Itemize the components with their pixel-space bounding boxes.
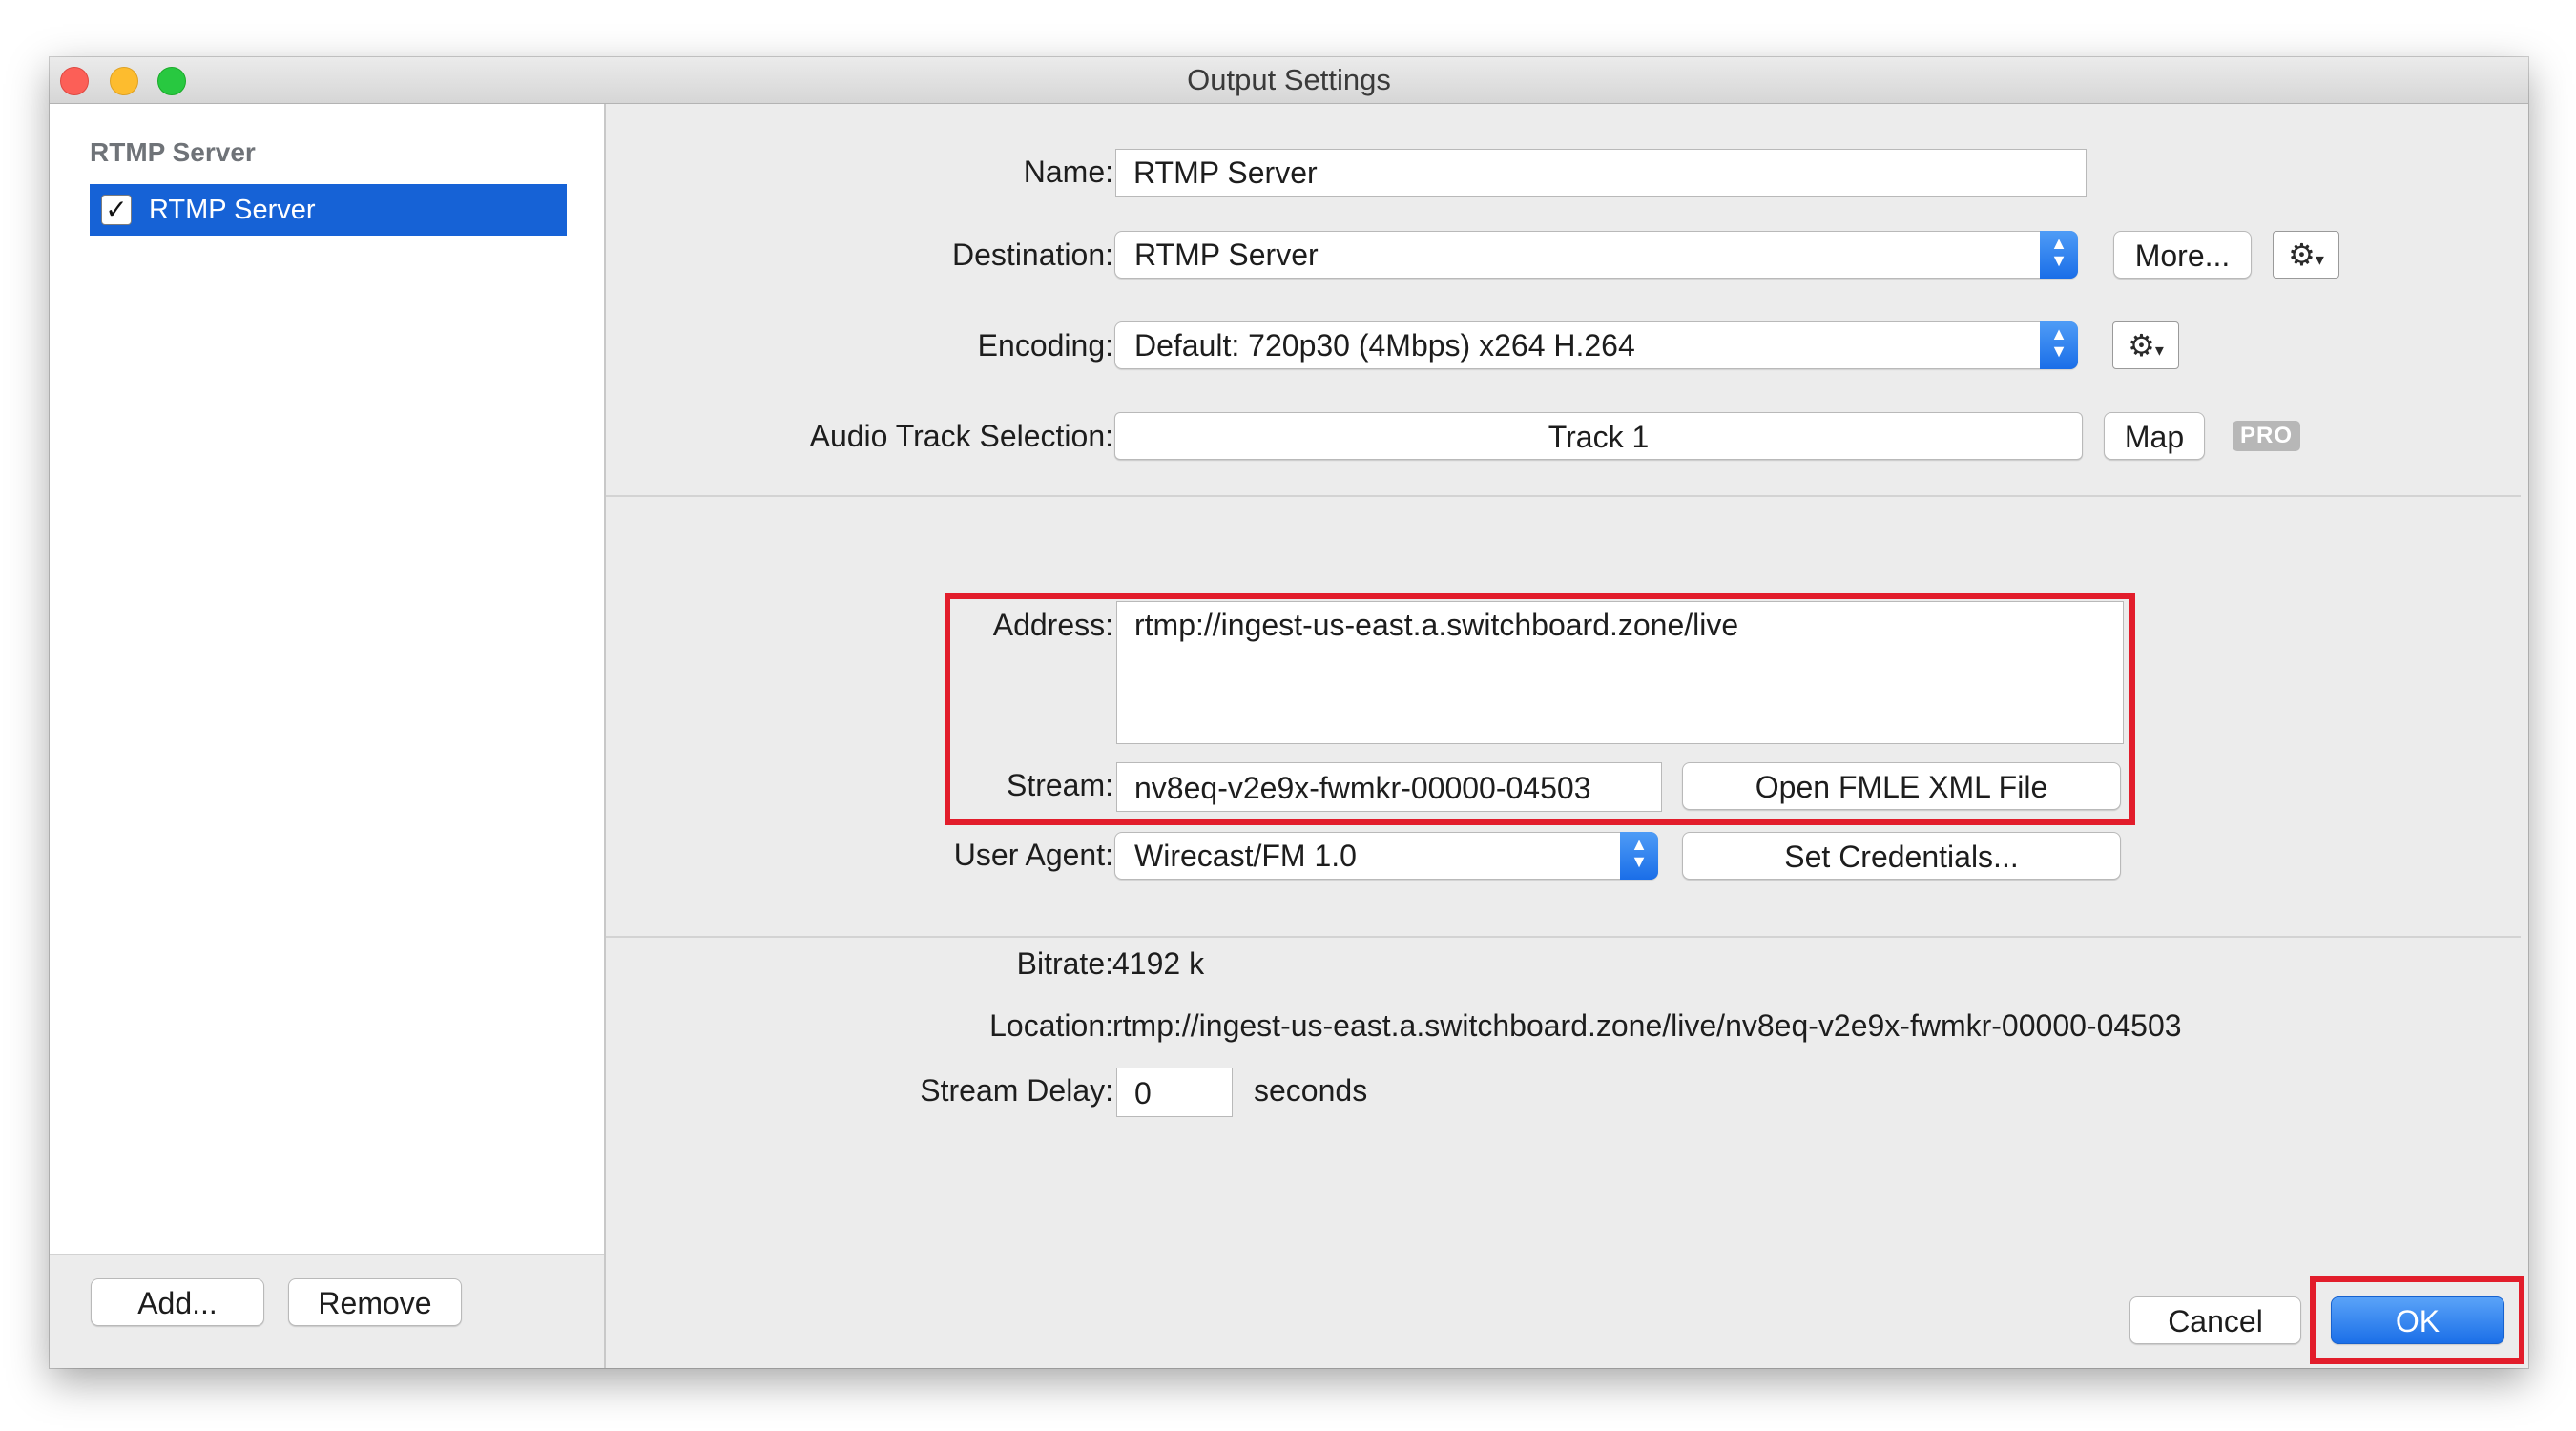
up-down-arrows-icon: ▲ ▼: [2040, 231, 2078, 279]
more-button[interactable]: More...: [2113, 231, 2252, 279]
set-credentials-button[interactable]: Set Credentials...: [1682, 832, 2121, 880]
user-agent-label: User Agent:: [953, 838, 1113, 872]
ok-button-highlight: [2310, 1276, 2524, 1364]
encoding-gear-button[interactable]: ⚙▾: [2112, 321, 2179, 369]
title-bar: Output Settings: [50, 57, 2528, 104]
remove-output-button[interactable]: Remove: [288, 1278, 462, 1326]
pro-badge: PRO: [2233, 421, 2301, 451]
window-title: Output Settings: [1187, 63, 1391, 96]
chevron-down-icon: ▾: [2154, 341, 2164, 360]
up-down-arrows-icon: ▲ ▼: [2040, 321, 2078, 369]
user-agent-select[interactable]: Wirecast/FM 1.0 ▲ ▼: [1114, 832, 1658, 880]
destination-select-value: RTMP Server: [1134, 238, 1319, 272]
audio-track-label: Audio Track Selection:: [809, 419, 1113, 453]
bitrate-label: Bitrate:: [1016, 946, 1113, 981]
stream-delay-unit: seconds: [1254, 1073, 1368, 1108]
settings-panel: Name: RTMP Server Destination: RTMP Serv…: [606, 104, 2528, 1368]
user-agent-select-value: Wirecast/FM 1.0: [1134, 839, 1357, 873]
up-down-arrows-icon: ▲ ▼: [1620, 832, 1658, 880]
gear-icon: ⚙: [2128, 328, 2155, 363]
destination-select[interactable]: RTMP Server ▲ ▼: [1114, 231, 2078, 279]
audio-track-button[interactable]: Track 1: [1114, 412, 2083, 460]
gear-icon: ⚙: [2288, 238, 2316, 272]
enable-output-checkbox[interactable]: ✓: [101, 195, 132, 225]
section-divider: [606, 495, 2521, 497]
stream-delay-label: Stream Delay:: [920, 1073, 1113, 1108]
bitrate-value: 4192 k: [1112, 946, 1205, 981]
output-settings-window: Output Settings RTMP Server ✓ RTMP Serve…: [50, 57, 2528, 1368]
encoding-select[interactable]: Default: 720p30 (4Mbps) x264 H.264 ▲ ▼: [1114, 321, 2078, 369]
name-field[interactable]: RTMP Server: [1115, 149, 2087, 197]
checkmark-icon: ✓: [105, 195, 128, 224]
add-output-button[interactable]: Add...: [91, 1278, 264, 1326]
section-divider: [606, 936, 2521, 938]
encoding-select-value: Default: 720p30 (4Mbps) x264 H.264: [1134, 328, 1635, 363]
destination-label: Destination:: [952, 238, 1113, 272]
address-stream-highlight: [945, 593, 2135, 825]
sidebar-item-label: RTMP Server: [149, 195, 316, 225]
outputs-sidebar: RTMP Server ✓ RTMP Server Add... Remove: [50, 104, 606, 1368]
name-label: Name:: [1023, 155, 1113, 189]
destination-gear-button[interactable]: ⚙▾: [2273, 231, 2339, 279]
sidebar-footer: Add... Remove: [50, 1254, 604, 1368]
chevron-down-icon: ▾: [2315, 250, 2324, 269]
map-button[interactable]: Map: [2104, 412, 2205, 460]
stream-delay-field[interactable]: 0: [1116, 1068, 1233, 1117]
sidebar-item-rtmp-server[interactable]: ✓ RTMP Server: [90, 184, 567, 236]
cancel-button[interactable]: Cancel: [2129, 1296, 2301, 1344]
location-value: rtmp://ingest-us-east.a.switchboard.zone…: [1112, 1008, 2182, 1043]
sidebar-header: RTMP Server: [90, 137, 256, 167]
location-label: Location:: [989, 1008, 1113, 1043]
encoding-label: Encoding:: [977, 328, 1113, 363]
